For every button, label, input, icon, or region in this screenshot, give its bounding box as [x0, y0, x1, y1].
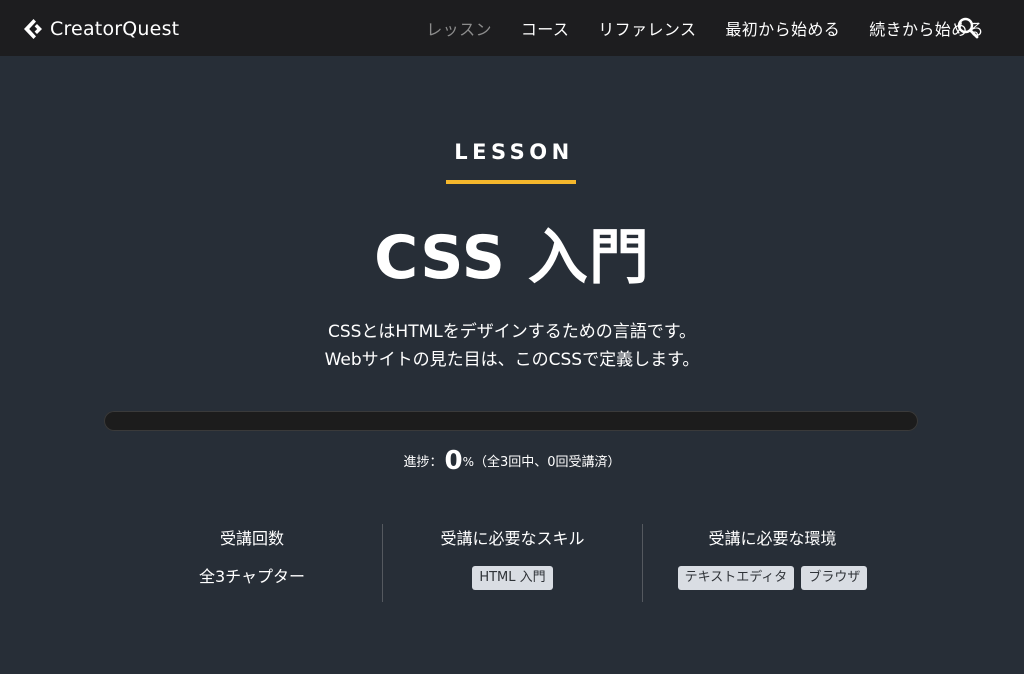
chapter-count-heading: 受講回数 — [219, 529, 284, 548]
env-tag-text-editor[interactable]: テキストエディタ — [677, 565, 795, 590]
progress-status: 進捗：0%（全3回中、0回受講済） — [0, 446, 1024, 478]
logo-mark-icon — [24, 19, 42, 39]
site-header: CreatorQuest レッスン コース リファレンス 最初から始める 続きか… — [0, 0, 1024, 56]
progress-bar — [104, 411, 918, 431]
required-skills-heading: 受講に必要なスキル — [440, 529, 585, 548]
lesson-description: CSSとはHTMLをデザインするための言語です。 Webサイトの見た目は、このC… — [0, 318, 1024, 374]
required-environment-tags: テキストエディタ ブラウザ — [643, 564, 902, 590]
progress-label: 進捗： — [403, 455, 443, 470]
main-nav: レッスン コース リファレンス 最初から始める 続きから始める — [340, 0, 984, 56]
page-title: CSS 入門 — [374, 223, 650, 293]
search-icon[interactable] — [957, 17, 979, 39]
nav-item-courses[interactable]: コース — [521, 16, 569, 40]
info-chapter-count: 受講回数 全3チャプター — [122, 524, 382, 602]
section-eyebrow: LESSON — [454, 140, 574, 164]
progress-percent: 0 — [444, 446, 463, 476]
description-line-1: CSSとはHTMLをデザインするための言語です。 — [327, 322, 697, 342]
nav-item-start-over[interactable]: 最初から始める — [725, 16, 840, 40]
env-tag-browser[interactable]: ブラウザ — [801, 565, 868, 590]
nav-item-reference[interactable]: リファレンス — [598, 16, 696, 40]
required-skills-tags: HTML 入門 — [383, 564, 642, 590]
site-logo[interactable]: CreatorQuest — [22, 15, 179, 43]
chapter-count-value: 全3チャプター — [198, 567, 306, 586]
lesson-info: 受講回数 全3チャプター 受講に必要なスキル HTML 入門 受講に必要な環境 … — [122, 524, 902, 602]
progress-percent-unit: % — [462, 455, 474, 469]
skill-tag-html-intro[interactable]: HTML 入門 — [472, 565, 553, 590]
info-required-environment: 受講に必要な環境 テキストエディタ ブラウザ — [642, 524, 902, 602]
required-environment-heading: 受講に必要な環境 — [708, 529, 837, 548]
info-required-skills: 受講に必要なスキル HTML 入門 — [382, 524, 642, 602]
logo-text: CreatorQuest — [50, 18, 180, 40]
nav-item-lessons[interactable]: レッスン — [426, 16, 492, 40]
progress-detail: （全3回中、0回受講済） — [473, 455, 621, 470]
description-line-2: Webサイトの見た目は、このCSSで定義します。 — [324, 350, 700, 370]
eyebrow-underline — [446, 180, 576, 184]
